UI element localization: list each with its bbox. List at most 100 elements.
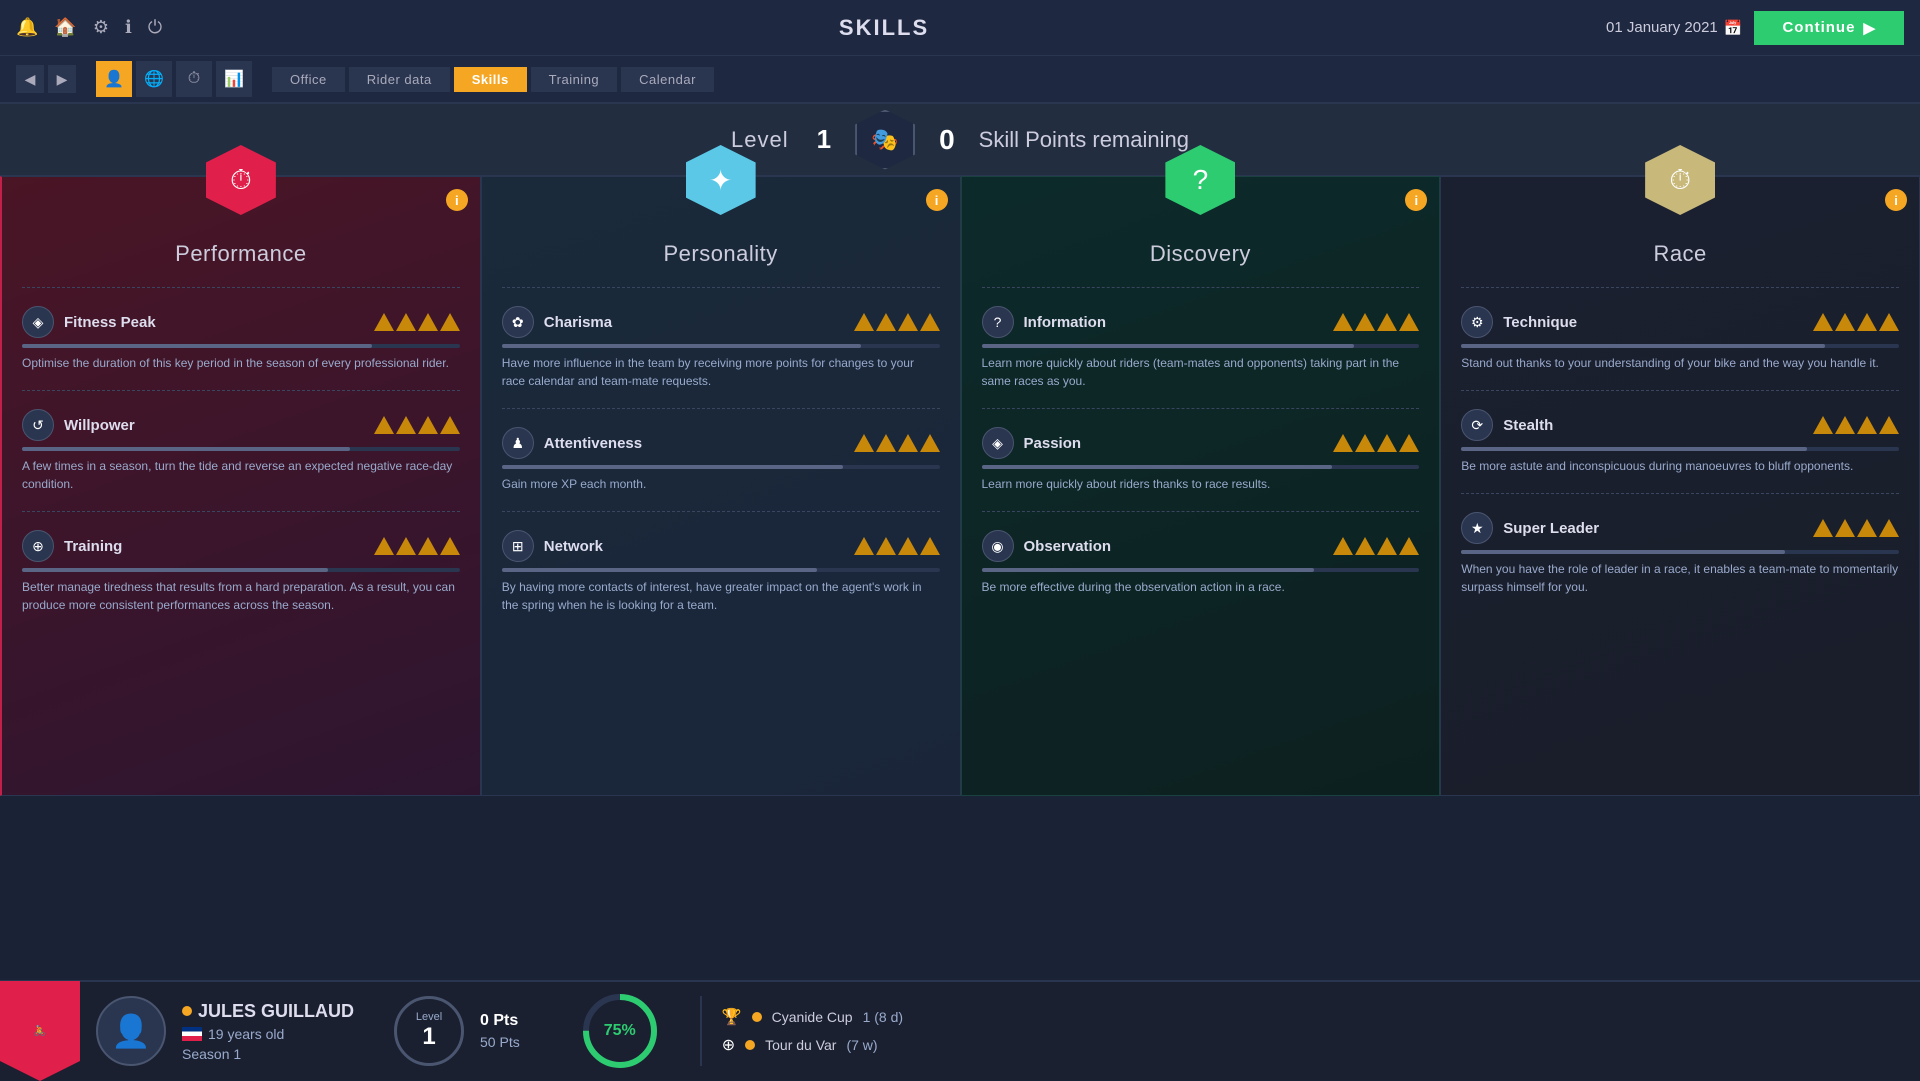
tab-office[interactable]: Office xyxy=(272,67,345,92)
skill-name-performance-2: Training xyxy=(64,538,364,555)
skill-bar-fill-discovery-0 xyxy=(982,344,1354,348)
discovery-info-badge[interactable]: i xyxy=(1405,189,1427,211)
info-icon[interactable]: ℹ xyxy=(125,17,132,38)
nav-world-icon[interactable]: 🌐 xyxy=(136,61,172,97)
divider-discovery-2 xyxy=(982,511,1420,512)
skill-item-performance-2: ⊕TrainingBetter manage tiredness that re… xyxy=(22,520,460,624)
divider-performance-0 xyxy=(22,287,460,288)
skill-icon-personality-2: ⊞ xyxy=(502,530,534,562)
level-circle-label: Level xyxy=(416,1011,442,1023)
skill-stars-personality-2 xyxy=(854,537,940,555)
nav-rider-icon[interactable]: 👤 xyxy=(96,61,132,97)
level-circle: Level 1 xyxy=(394,996,464,1066)
skill-stars-race-1 xyxy=(1813,416,1899,434)
skill-desc-discovery-2: Be more effective during the observation… xyxy=(982,578,1420,596)
star-1 xyxy=(1355,537,1375,555)
skill-desc-personality-0: Have more influence in the team by recei… xyxy=(502,354,940,390)
nav-clock-icon[interactable]: ⏱ xyxy=(176,61,212,97)
star-3 xyxy=(1399,537,1419,555)
star-0 xyxy=(854,313,874,331)
divider-performance-1 xyxy=(22,390,460,391)
bell-icon[interactable]: 🔔 xyxy=(16,17,38,38)
tab-calendar[interactable]: Calendar xyxy=(621,67,714,92)
skill-item-performance-1: ↺WillpowerA few times in a season, turn … xyxy=(22,399,460,503)
skill-desc-discovery-1: Learn more quickly about riders thanks t… xyxy=(982,475,1420,493)
power-icon[interactable]: ⏻ xyxy=(148,17,162,38)
rider-name: JULES GUILLAUD xyxy=(182,1001,354,1022)
nav-forward-button[interactable]: ▶ xyxy=(48,65,76,93)
rider-avatar: 👤 xyxy=(96,996,166,1066)
skill-header-discovery-1: ◈Passion xyxy=(982,427,1420,459)
skill-desc-performance-1: A few times in a season, turn the tide a… xyxy=(22,457,460,493)
star-1 xyxy=(1835,519,1855,537)
star-0 xyxy=(374,313,394,331)
performance-title: Performance xyxy=(22,241,460,267)
race-dot-0 xyxy=(752,1012,762,1022)
divider-race-2 xyxy=(1461,493,1899,494)
skill-stars-discovery-0 xyxy=(1333,313,1419,331)
personality-info-badge[interactable]: i xyxy=(926,189,948,211)
skill-bar-personality-0 xyxy=(502,344,940,348)
skill-bar-fill-performance-1 xyxy=(22,447,350,451)
skill-bar-fill-race-1 xyxy=(1461,447,1807,451)
star-2 xyxy=(898,537,918,555)
race-info-badge[interactable]: i xyxy=(1885,189,1907,211)
skill-icon-discovery-1: ◈ xyxy=(982,427,1014,459)
star-2 xyxy=(418,416,438,434)
star-3 xyxy=(1879,313,1899,331)
date-continue-area: 01 January 2021 📅 Continue ▶ xyxy=(1606,11,1904,45)
skill-points-value: 0 xyxy=(939,124,955,156)
skill-bar-race-2 xyxy=(1461,550,1899,554)
skill-bar-discovery-0 xyxy=(982,344,1420,348)
skill-name-performance-0: Fitness Peak xyxy=(64,314,364,331)
skill-item-personality-0: ✿CharismaHave more influence in the team… xyxy=(502,296,940,400)
top-bar: 🔔 🏠 ⚙ ℹ ⏻ SKILLS 01 January 2021 📅 Conti… xyxy=(0,0,1920,56)
skill-stars-performance-2 xyxy=(374,537,460,555)
race-item-0: 🏆Cyanide Cup1 (8 d) xyxy=(722,1007,903,1027)
skill-bar-discovery-2 xyxy=(982,568,1420,572)
star-2 xyxy=(418,537,438,555)
skill-name-performance-1: Willpower xyxy=(64,417,364,434)
star-0 xyxy=(374,416,394,434)
race-dot-1 xyxy=(745,1040,755,1050)
tab-training[interactable]: Training xyxy=(531,67,617,92)
skill-stars-performance-0 xyxy=(374,313,460,331)
skill-header-race-2: ★Super Leader xyxy=(1461,512,1899,544)
skill-bar-race-0 xyxy=(1461,344,1899,348)
star-3 xyxy=(440,537,460,555)
nav-back-button[interactable]: ◀ xyxy=(16,65,44,93)
star-2 xyxy=(1377,313,1397,331)
star-3 xyxy=(920,537,940,555)
continue-button[interactable]: Continue ▶ xyxy=(1754,11,1904,45)
tab-rider-data[interactable]: Rider data xyxy=(349,67,450,92)
skill-name-personality-1: Attentiveness xyxy=(544,435,844,452)
performance-info-badge[interactable]: i xyxy=(446,189,468,211)
skill-desc-personality-1: Gain more XP each month. xyxy=(502,475,940,493)
star-1 xyxy=(876,434,896,452)
race-icon-1: ⊕ xyxy=(722,1035,735,1055)
flag-icon xyxy=(182,1027,202,1041)
divider-performance-2 xyxy=(22,511,460,512)
race-schedule: 🏆Cyanide Cup1 (8 d)⊕Tour du Var(7 w) xyxy=(722,1007,903,1055)
star-2 xyxy=(1857,519,1877,537)
skill-bar-personality-1 xyxy=(502,465,940,469)
star-1 xyxy=(396,537,416,555)
tab-skills[interactable]: Skills xyxy=(454,67,527,92)
calendar-icon[interactable]: 📅 xyxy=(1724,19,1743,37)
card-performance: ⏱iPerformance◈Fitness PeakOptimise the d… xyxy=(0,176,481,796)
nav-chart-icon[interactable]: 📊 xyxy=(216,61,252,97)
skill-desc-race-2: When you have the role of leader in a ra… xyxy=(1461,560,1899,596)
skill-bar-fill-discovery-2 xyxy=(982,568,1315,572)
star-0 xyxy=(1333,434,1353,452)
pts-total: 50 Pts xyxy=(480,1034,520,1050)
divider-personality-1 xyxy=(502,408,940,409)
home-icon[interactable]: 🏠 xyxy=(54,17,76,38)
gear-icon[interactable]: ⚙ xyxy=(93,17,109,38)
card-personality: ✦iPersonality✿CharismaHave more influenc… xyxy=(481,176,961,796)
level-value: 1 xyxy=(817,124,831,155)
bottom-bar: 🚴 👤 JULES GUILLAUD 19 years old Season 1… xyxy=(0,980,1920,1080)
skill-header-race-0: ⚙Technique xyxy=(1461,306,1899,338)
date-display: 01 January 2021 📅 xyxy=(1606,19,1742,37)
star-3 xyxy=(1879,416,1899,434)
skill-bar-performance-1 xyxy=(22,447,460,451)
